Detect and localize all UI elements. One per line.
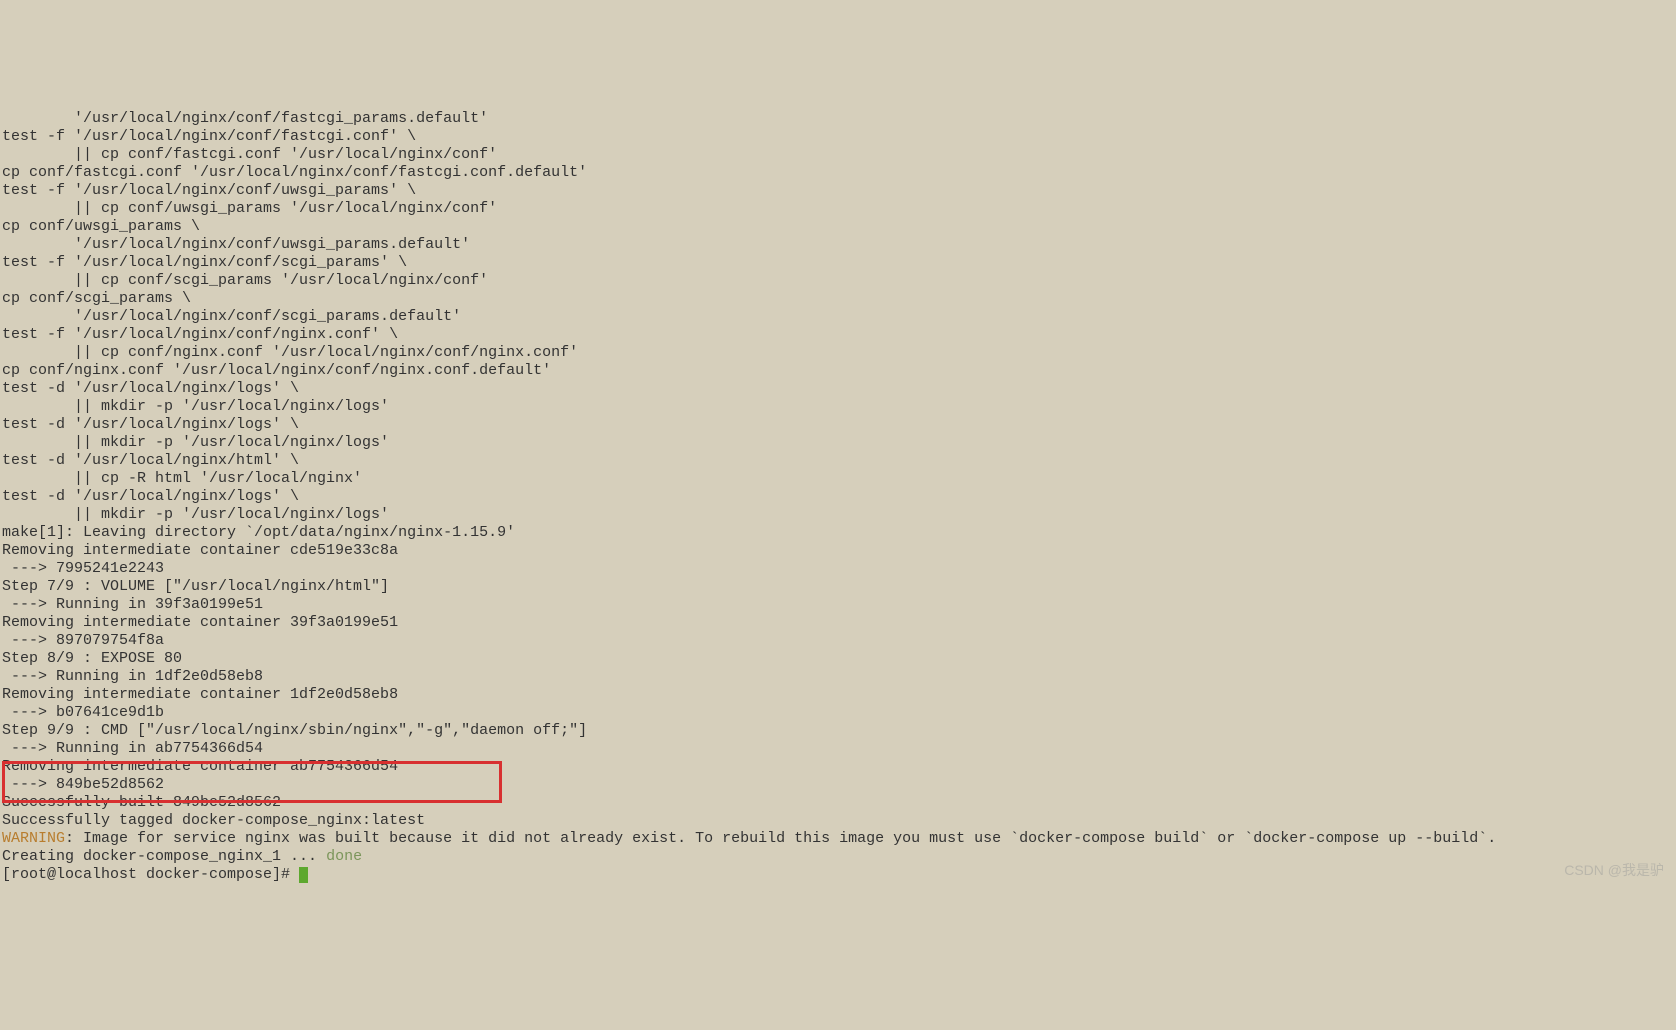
terminal-line: test -f '/usr/local/nginx/conf/fastcgi.c… [2,128,1674,146]
terminal-creating-line: Creating docker-compose_nginx_1 ... done [2,848,1674,866]
terminal-line: || cp -R html '/usr/local/nginx' [2,470,1674,488]
terminal-line: test -d '/usr/local/nginx/logs' \ [2,380,1674,398]
terminal-output[interactable]: '/usr/local/nginx/conf/fastcgi_params.de… [2,110,1674,884]
terminal-line: Removing intermediate container 39f3a019… [2,614,1674,632]
terminal-line: || mkdir -p '/usr/local/nginx/logs' [2,398,1674,416]
terminal-line: Step 9/9 : CMD ["/usr/local/nginx/sbin/n… [2,722,1674,740]
terminal-line: ---> 897079754f8a [2,632,1674,650]
done-label: done [326,848,362,865]
cursor-block [299,867,308,883]
terminal-line: || cp conf/uwsgi_params '/usr/local/ngin… [2,200,1674,218]
terminal-line: test -d '/usr/local/nginx/logs' \ [2,416,1674,434]
terminal-line: '/usr/local/nginx/conf/fastcgi_params.de… [2,110,1674,128]
terminal-line: Removing intermediate container cde519e3… [2,542,1674,560]
creating-text: Creating docker-compose_nginx_1 ... [2,848,326,865]
terminal-line: test -d '/usr/local/nginx/html' \ [2,452,1674,470]
terminal-line: ---> 7995241e2243 [2,560,1674,578]
watermark: CSDN @我是驴 [1564,861,1664,879]
terminal-line: ---> 849be52d8562 [2,776,1674,794]
terminal-line: make[1]: Leaving directory `/opt/data/ng… [2,524,1674,542]
terminal-wrapper: '/usr/local/nginx/conf/fastcgi_params.de… [2,74,1674,920]
terminal-line: || mkdir -p '/usr/local/nginx/logs' [2,506,1674,524]
shell-prompt: [root@localhost docker-compose]# [2,866,299,883]
warning-label: WARNING [2,830,65,847]
terminal-line: ---> Running in ab7754366d54 [2,740,1674,758]
warning-text: : Image for service nginx was built beca… [65,830,1496,847]
terminal-line: Step 8/9 : EXPOSE 80 [2,650,1674,668]
terminal-line: test -d '/usr/local/nginx/logs' \ [2,488,1674,506]
terminal-line: || cp conf/fastcgi.conf '/usr/local/ngin… [2,146,1674,164]
terminal-line: ---> b07641ce9d1b [2,704,1674,722]
terminal-line: cp conf/uwsgi_params \ [2,218,1674,236]
terminal-line: Removing intermediate container 1df2e0d5… [2,686,1674,704]
terminal-line: Successfully tagged docker-compose_nginx… [2,812,1674,830]
terminal-warning-line: WARNING: Image for service nginx was bui… [2,830,1674,848]
terminal-line: || cp conf/scgi_params '/usr/local/nginx… [2,272,1674,290]
terminal-line: Successfully built 849be52d8562 [2,794,1674,812]
terminal-line: cp conf/fastcgi.conf '/usr/local/nginx/c… [2,164,1674,182]
terminal-prompt-line[interactable]: [root@localhost docker-compose]# [2,866,1674,884]
terminal-line: cp conf/scgi_params \ [2,290,1674,308]
terminal-line: cp conf/nginx.conf '/usr/local/nginx/con… [2,362,1674,380]
terminal-line: Removing intermediate container ab775436… [2,758,1674,776]
terminal-line: '/usr/local/nginx/conf/uwsgi_params.defa… [2,236,1674,254]
terminal-line: '/usr/local/nginx/conf/scgi_params.defau… [2,308,1674,326]
terminal-line: test -f '/usr/local/nginx/conf/scgi_para… [2,254,1674,272]
terminal-line: ---> Running in 1df2e0d58eb8 [2,668,1674,686]
terminal-line: test -f '/usr/local/nginx/conf/uwsgi_par… [2,182,1674,200]
terminal-line: ---> Running in 39f3a0199e51 [2,596,1674,614]
terminal-line: || mkdir -p '/usr/local/nginx/logs' [2,434,1674,452]
terminal-line: test -f '/usr/local/nginx/conf/nginx.con… [2,326,1674,344]
terminal-line: || cp conf/nginx.conf '/usr/local/nginx/… [2,344,1674,362]
terminal-line: Step 7/9 : VOLUME ["/usr/local/nginx/htm… [2,578,1674,596]
